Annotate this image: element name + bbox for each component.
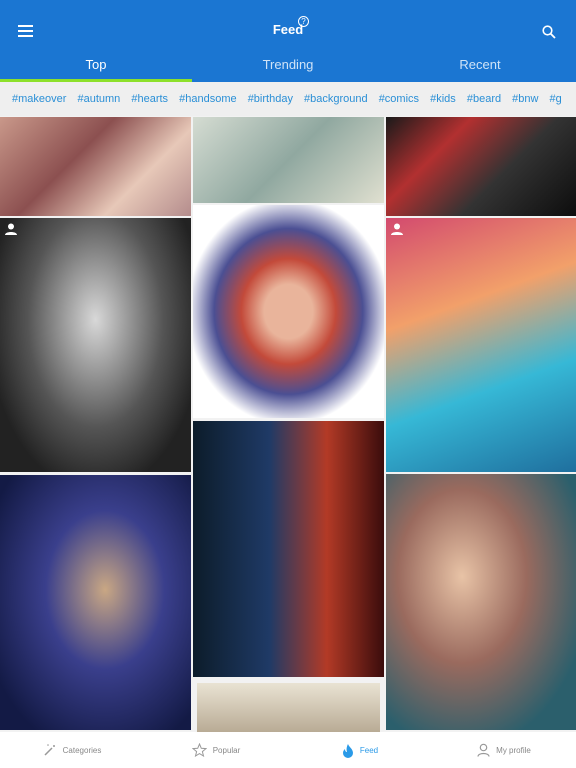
feed-tabs: Top Trending Recent xyxy=(0,48,576,82)
star-icon xyxy=(191,743,207,757)
feed-photo[interactable] xyxy=(0,117,191,216)
hashtag[interactable]: #kids xyxy=(430,93,456,105)
hashtag[interactable]: #birthday xyxy=(248,93,293,105)
feed-photo[interactable] xyxy=(386,218,576,472)
nav-label: Feed xyxy=(359,745,379,755)
feed-photo[interactable] xyxy=(0,218,191,472)
search-icon[interactable] xyxy=(542,25,556,39)
hashtag[interactable]: #handsome xyxy=(179,93,237,105)
feed-photo[interactable] xyxy=(386,474,576,730)
hashtag[interactable]: #comics xyxy=(379,93,419,105)
hashtag[interactable]: #bnw xyxy=(512,93,538,105)
feed-photo[interactable] xyxy=(197,683,380,732)
person-icon xyxy=(477,743,490,757)
nav-my-profile[interactable]: My profile xyxy=(432,732,576,768)
nav-label: My profile xyxy=(496,745,531,755)
hashtag[interactable]: #hearts xyxy=(131,93,168,105)
feed-photo[interactable] xyxy=(0,475,191,730)
feed-photo[interactable] xyxy=(193,117,384,203)
photo-feed-grid xyxy=(0,116,576,732)
hashtag[interactable]: #background xyxy=(304,93,368,105)
hashtag[interactable]: #beard xyxy=(467,93,501,105)
nav-label: Popular xyxy=(212,745,241,755)
nav-feed[interactable]: Feed xyxy=(288,732,432,768)
hashtag[interactable]: #g xyxy=(550,93,562,105)
page-title: Feed xyxy=(272,22,304,37)
help-icon[interactable]: ? xyxy=(298,16,309,27)
feed-photo[interactable] xyxy=(386,117,576,216)
hashtag-bar: #makeover #autumn #hearts #handsome #bir… xyxy=(0,82,576,116)
tab-trending[interactable]: Trending xyxy=(192,48,384,82)
feed-photo[interactable] xyxy=(193,421,384,677)
app-header: Feed ? Top Trending Recent xyxy=(0,0,576,82)
magic-wand-icon xyxy=(44,744,55,756)
bottom-navigation: Categories Popular Feed My profile xyxy=(0,732,576,768)
flame-icon xyxy=(342,743,353,758)
feed-photo[interactable] xyxy=(193,205,384,418)
tab-recent[interactable]: Recent xyxy=(384,48,576,82)
user-icon xyxy=(5,223,17,235)
tab-top[interactable]: Top xyxy=(0,48,192,82)
hashtag[interactable]: #autumn xyxy=(77,93,120,105)
nav-label: Categories xyxy=(62,745,102,755)
nav-popular[interactable]: Popular xyxy=(144,732,288,768)
nav-categories[interactable]: Categories xyxy=(0,732,144,768)
hashtag[interactable]: #makeover xyxy=(12,93,66,105)
user-icon xyxy=(391,223,403,235)
